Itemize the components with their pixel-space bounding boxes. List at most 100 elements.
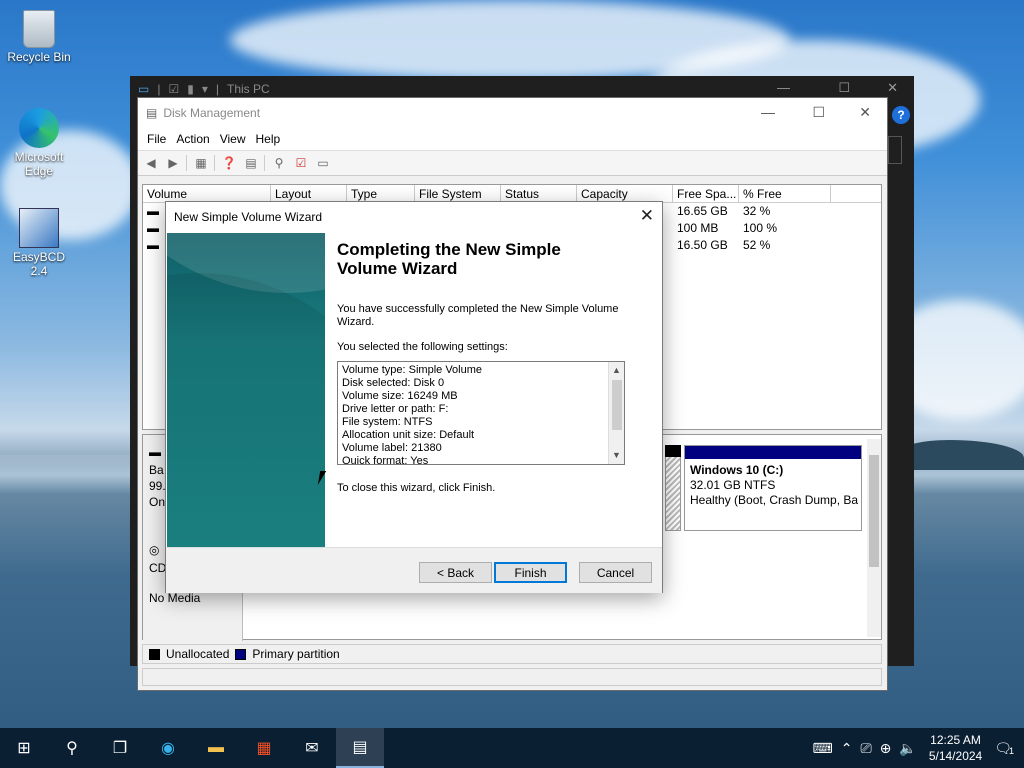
menu-file[interactable]: File (142, 132, 171, 146)
banner-arc (167, 273, 325, 547)
success-line: You have successfully completed the New … (337, 303, 619, 315)
globe-icon[interactable]: ⊕ (876, 740, 896, 757)
disk-scrollbar[interactable] (867, 439, 881, 637)
close-button[interactable]: ✕ (859, 104, 871, 121)
notification-icon[interactable]: 🗨 1 (990, 740, 1024, 757)
new-folder-icon[interactable]: ▮ (187, 82, 194, 96)
back-button[interactable]: < Back (419, 562, 492, 583)
col-status[interactable]: Status (501, 185, 577, 202)
settings-intro: You selected the following settings: (337, 341, 508, 353)
primary-partition-bar (685, 446, 861, 459)
network-device-icon[interactable]: ⎚ (856, 740, 875, 757)
help-icon[interactable]: ? (892, 106, 910, 124)
col-free-space[interactable]: Free Spa... (673, 185, 739, 202)
clock-date: 5/14/2024 (928, 749, 983, 763)
menu-help[interactable]: Help (251, 132, 286, 146)
chevron-up-icon[interactable]: ⌃ (837, 740, 857, 757)
scroll-thumb[interactable] (869, 455, 879, 567)
forward-arrow-icon[interactable]: ▶ (164, 155, 182, 171)
disk-management-taskbar-icon[interactable]: ▤ (336, 728, 384, 768)
separator: | (215, 82, 219, 96)
back-arrow-icon[interactable]: ◀ (142, 155, 160, 171)
keyboard-icon[interactable]: ⌨ (809, 740, 837, 757)
desktop-icon-easybcd[interactable]: EasyBCD 2.4 (4, 208, 74, 278)
setting-line: Drive letter or path: F: (342, 403, 449, 415)
legend-label-unallocated: Unallocated (166, 647, 230, 661)
separator (186, 155, 188, 171)
col-capacity[interactable]: Capacity (577, 185, 673, 202)
new-simple-volume-wizard: New Simple Volume Wizard ✕ Completing th… (165, 201, 663, 593)
desktop-icon-edge[interactable]: Microsoft Edge (4, 108, 74, 178)
col-volume[interactable]: Volume (143, 185, 271, 202)
computer-icon: ▭ (138, 82, 150, 96)
wizard-side-banner (167, 233, 325, 547)
check-icon[interactable]: ☑ (292, 155, 310, 171)
success-message: You have successfully completed the New … (337, 303, 647, 329)
disk-management-icon: ▤ (146, 106, 158, 120)
wizard-heading-line: Completing the New Simple (337, 240, 561, 259)
wizard-close-button[interactable]: ✕ (640, 206, 654, 226)
clock[interactable]: 12:25 AM 5/14/2024 (921, 732, 990, 764)
cell-free-space: 16.65 GB (677, 204, 728, 218)
file-explorer-icon[interactable]: ▬ (192, 728, 240, 768)
desktop-icon-label: Recycle Bin (7, 50, 71, 64)
finish-button[interactable]: Finish (494, 562, 567, 583)
details-icon[interactable]: ▤ (242, 155, 260, 171)
connect-icon[interactable]: ⚲ (270, 155, 288, 171)
setting-line: Quick format: Yes (342, 455, 429, 465)
minimize-button[interactable]: — (777, 80, 790, 95)
speaker-muted-icon[interactable]: 🔈 (895, 740, 920, 757)
properties-icon[interactable]: ☑ (168, 82, 179, 96)
settings-scrollbar[interactable]: ▲ ▼ (608, 362, 624, 464)
ribbon-panel (888, 136, 902, 164)
scroll-down-icon[interactable]: ▼ (612, 450, 621, 460)
maximize-button[interactable]: ☐ (838, 80, 850, 96)
desktop-icon-recycle-bin[interactable]: Recycle Bin (4, 10, 74, 64)
properties-icon[interactable]: ▭ (314, 155, 332, 171)
store-icon[interactable]: ▦ (240, 728, 288, 768)
partition-c[interactable]: Windows 10 (C:) 32.01 GB NTFS Healthy (B… (684, 445, 862, 531)
separator (264, 155, 266, 171)
explorer-title: This PC (227, 82, 270, 96)
wizard-content: Completing the New Simple Volume Wizard … (337, 240, 647, 507)
partition-status: Healthy (Boot, Crash Dump, Ba (690, 493, 859, 507)
scroll-thumb[interactable] (612, 380, 622, 430)
cancel-button[interactable]: Cancel (579, 562, 652, 583)
wizard-heading-line: Volume Wizard (337, 259, 458, 278)
desktop-icon-label: Microsoft Edge (14, 150, 64, 178)
disk-size-label: 99. (149, 479, 166, 493)
wizard-heading: Completing the New Simple Volume Wizard (337, 240, 647, 278)
wizard-footer: < Back Finish Cancel (166, 547, 662, 593)
col-layout[interactable]: Layout (271, 185, 347, 202)
col-file-system[interactable]: File System (415, 185, 501, 202)
taskbar: ⊞ ⚲ ❐ ◉ ▬ ▦ ✉ ▤ ⌨ ⌃ ⎚ ⊕ 🔈 12:25 AM 5/14/… (0, 728, 1024, 768)
easybcd-icon (19, 208, 59, 248)
task-view-icon[interactable]: ❐ (96, 728, 144, 768)
partition-selected[interactable] (665, 445, 681, 531)
list-view-icon[interactable]: ▦ (192, 155, 210, 171)
edge-taskbar-icon[interactable]: ◉ (144, 728, 192, 768)
close-button[interactable]: ✕ (887, 80, 898, 96)
disk-icon: ▬ (149, 445, 161, 459)
mouse-cursor-icon (317, 471, 333, 485)
quick-access-dropdown-icon[interactable]: ▾ (202, 82, 208, 96)
menu-view[interactable]: View (215, 132, 251, 146)
disk-type-label: Ba (149, 463, 164, 477)
cd-label: CD (149, 561, 167, 575)
maximize-button[interactable]: ☐ (812, 104, 825, 121)
help-book-icon[interactable]: ❓ (220, 155, 238, 171)
close-hint: To close this wizard, click Finish. (337, 482, 496, 494)
mail-icon[interactable]: ✉ (288, 728, 336, 768)
start-button[interactable]: ⊞ (0, 728, 48, 768)
setting-line: Volume label: 21380 (342, 442, 442, 454)
cell-percent-free: 52 % (743, 238, 771, 252)
settings-summary-box[interactable]: Volume type: Simple Volume Disk selected… (337, 361, 625, 465)
menu-action[interactable]: Action (171, 132, 214, 146)
minimize-button[interactable]: — (761, 104, 775, 120)
legend: Unallocated Primary partition (142, 644, 882, 664)
col-type[interactable]: Type (347, 185, 415, 202)
scroll-up-icon[interactable]: ▲ (612, 365, 621, 375)
col-percent-free[interactable]: % Free (739, 185, 831, 202)
edge-icon (19, 108, 59, 148)
search-icon[interactable]: ⚲ (48, 728, 96, 768)
